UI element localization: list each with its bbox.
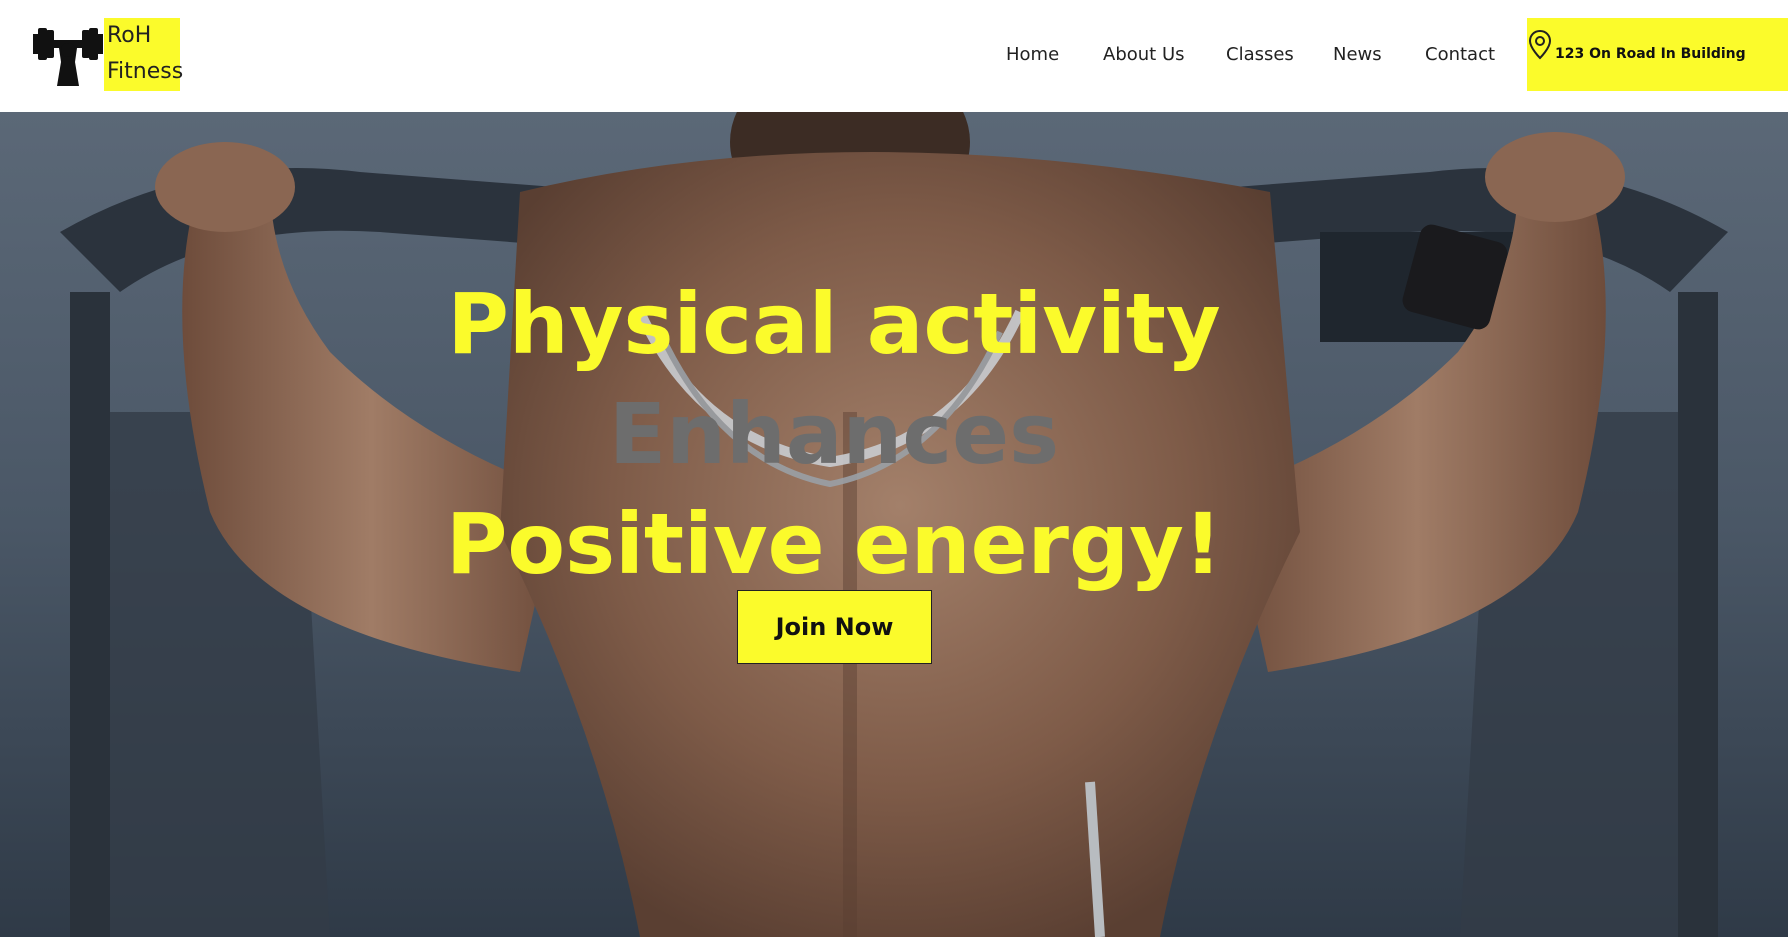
nav-news-link[interactable]: News (1333, 44, 1382, 65)
hero-headline-line2: Enhances (608, 385, 1060, 483)
brand-name-line2: Fitness (107, 59, 184, 84)
site-header: RoH Fitness Home About Us Classes News C… (0, 0, 1788, 112)
brand-name[interactable]: RoH Fitness (104, 18, 184, 91)
nav-classes-link[interactable]: Classes (1226, 44, 1294, 65)
map-pin-icon (1527, 29, 1553, 61)
address-badge[interactable]: 123 On Road In Building (1527, 18, 1788, 91)
join-now-button[interactable]: Join Now (737, 590, 932, 664)
hero-headline-line1: Physical activity (447, 275, 1221, 373)
hero-section: Physical activity Enhances Positive ener… (0, 112, 1788, 937)
brand-name-line1: RoH (107, 23, 152, 48)
nav-home-link[interactable]: Home (1006, 44, 1059, 65)
address-text: 123 On Road In Building (1555, 46, 1746, 62)
nav-about-link[interactable]: About Us (1103, 44, 1185, 65)
dumbbell-icon[interactable] (33, 20, 103, 88)
hero-headline-line3: Positive energy! (445, 495, 1223, 593)
nav-contact-link[interactable]: Contact (1425, 44, 1495, 65)
